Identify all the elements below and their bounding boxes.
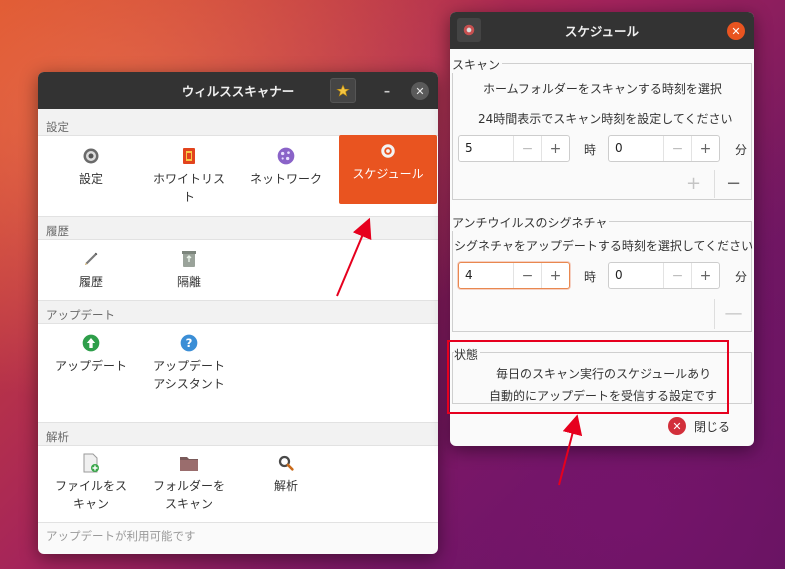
close-dialog-button[interactable]: ✕ 閉じる xyxy=(668,417,730,435)
pencil-icon xyxy=(80,248,102,270)
settings-header-label: 設定 xyxy=(46,120,69,134)
star-icon xyxy=(336,83,350,97)
scan-folder-tile[interactable]: フォルダーをスキャン xyxy=(140,452,238,513)
scan-hour-decrement[interactable]: − xyxy=(513,136,541,161)
update-assistant-tile[interactable]: ? アップデートアシスタント xyxy=(140,332,238,393)
scan-frame-label: スキャン xyxy=(452,56,503,73)
history-section-header: 履歴 xyxy=(38,217,438,239)
scan-minute-increment[interactable]: + xyxy=(691,136,719,161)
signature-minute-value[interactable]: 0 xyxy=(609,263,663,288)
network-tile-label: ネットワーク xyxy=(249,172,322,186)
settings-section: 設定 ホワイトリスト ネットワーク スケジュール xyxy=(38,135,438,217)
gear-icon xyxy=(80,145,102,167)
signature-hour-unit: 時 xyxy=(584,270,597,284)
main-close-button[interactable]: ✕ xyxy=(411,82,429,100)
signature-minute-unit: 分 xyxy=(735,270,748,284)
favorite-button[interactable] xyxy=(330,78,356,103)
analysis-header-label: 解析 xyxy=(46,430,69,444)
scan-hour-value[interactable]: 5 xyxy=(459,136,513,161)
schedule-gear-icon xyxy=(377,140,399,162)
recycle-bin-icon xyxy=(178,248,200,270)
schedule-tile[interactable]: スケジュール xyxy=(339,135,437,204)
minimize-button[interactable]: – xyxy=(378,81,396,99)
update-tile-label: アップデート xyxy=(54,359,127,373)
minimize-icon: – xyxy=(383,82,391,98)
signature-instruction: シグネチャをアップデートする時刻を選択してください xyxy=(454,239,754,253)
main-status-text: アップデートが利用可能です xyxy=(46,529,196,543)
signature-minute-spinner[interactable]: 0 − + xyxy=(608,262,720,289)
update-arrow-icon xyxy=(80,332,102,354)
help-icon: ? xyxy=(178,332,200,354)
update-tile[interactable]: アップデート xyxy=(42,332,140,375)
signature-hour-value[interactable]: 4 xyxy=(459,263,513,288)
schedule-window-title: スケジュール xyxy=(564,24,640,39)
status-highlight-box xyxy=(447,340,729,414)
history-tile[interactable]: 履歴 xyxy=(42,248,140,291)
scan-minute-value[interactable]: 0 xyxy=(609,136,663,161)
signature-hour-spinner[interactable]: 4 − + xyxy=(458,262,570,289)
whitelist-icon xyxy=(178,145,200,167)
history-tile-label: 履歴 xyxy=(78,275,103,289)
analyze-tile-label: 解析 xyxy=(273,479,298,493)
signature-minute-decrement[interactable]: − xyxy=(663,263,691,288)
close-circle-icon: ✕ xyxy=(668,417,686,435)
scan-minute-spinner[interactable]: 0 − + xyxy=(608,135,720,162)
schedule-close-button[interactable]: ✕ xyxy=(727,22,745,40)
signature-frame-label: アンチウイルスのシグネチャ xyxy=(452,214,610,231)
scan-minute-decrement[interactable]: − xyxy=(663,136,691,161)
signature-hour-decrement[interactable]: − xyxy=(513,263,541,288)
signature-minute-increment[interactable]: + xyxy=(691,263,719,288)
schedule-tile-label: スケジュール xyxy=(352,167,424,181)
history-header-label: 履歴 xyxy=(46,224,69,238)
analysis-section: ファイルをスキャン フォルダーをスキャン 解析 xyxy=(38,445,438,523)
scan-hour-increment[interactable]: + xyxy=(541,136,569,161)
settings-section-header: 設定 xyxy=(38,109,438,135)
virus-scanner-window: ウィルススキャナー – ✕ 設定 設定 ホワイトリスト ネットワーク スケジュー… xyxy=(38,72,438,554)
update-assistant-tile-label: アップデートアシスタント xyxy=(153,359,226,391)
analyze-tile[interactable]: 解析 xyxy=(237,452,335,495)
close-dialog-label: 閉じる xyxy=(694,419,731,434)
close-icon: ✕ xyxy=(731,24,741,38)
scan-file-tile[interactable]: ファイルをスキャン xyxy=(42,452,140,513)
update-section-header: アップデート xyxy=(38,301,438,323)
scan-instruction-1: ホームフォルダーをスキャンする時刻を選択 xyxy=(483,82,722,96)
scan-instruction-2: 24時間表示でスキャン時刻を設定してください xyxy=(478,112,733,126)
update-section: アップデート ? アップデートアシスタント xyxy=(38,323,438,423)
history-section: 履歴 隔離 xyxy=(38,239,438,301)
scan-folder-tile-label: フォルダーをスキャン xyxy=(153,479,226,511)
quarantine-tile-label: 隔離 xyxy=(176,275,201,289)
schedule-app-icon xyxy=(457,18,481,42)
main-window-title: ウィルススキャナー xyxy=(181,84,295,99)
settings-tile-label: 設定 xyxy=(78,172,103,186)
update-header-label: アップデート xyxy=(46,308,115,322)
signature-hour-increment[interactable]: + xyxy=(541,263,569,288)
whitelist-tile-label: ホワイトリスト xyxy=(152,172,225,204)
scan-add-button[interactable]: + xyxy=(674,168,713,198)
network-icon xyxy=(275,145,297,167)
settings-tile[interactable]: 設定 xyxy=(42,145,140,188)
whitelist-tile[interactable]: ホワイトリスト xyxy=(140,145,238,206)
scan-hour-spinner[interactable]: 5 − + xyxy=(458,135,570,162)
analysis-section-header: 解析 xyxy=(38,423,438,445)
scan-hour-unit: 時 xyxy=(584,143,597,157)
main-titlebar: ウィルススキャナー – ✕ xyxy=(38,72,438,109)
quarantine-tile[interactable]: 隔離 xyxy=(140,248,238,291)
svg-text:?: ? xyxy=(186,336,193,350)
scan-minute-unit: 分 xyxy=(735,143,748,157)
close-icon: ✕ xyxy=(415,84,425,98)
folder-icon xyxy=(178,452,200,474)
network-tile[interactable]: ネットワーク xyxy=(237,145,335,188)
signature-remove-button[interactable]: — xyxy=(714,298,753,328)
magnifier-icon xyxy=(275,452,297,474)
scan-remove-button[interactable]: − xyxy=(714,168,753,198)
file-add-icon xyxy=(80,452,102,474)
schedule-titlebar: スケジュール ✕ xyxy=(450,12,754,49)
scan-file-tile-label: ファイルをスキャン xyxy=(55,479,128,511)
